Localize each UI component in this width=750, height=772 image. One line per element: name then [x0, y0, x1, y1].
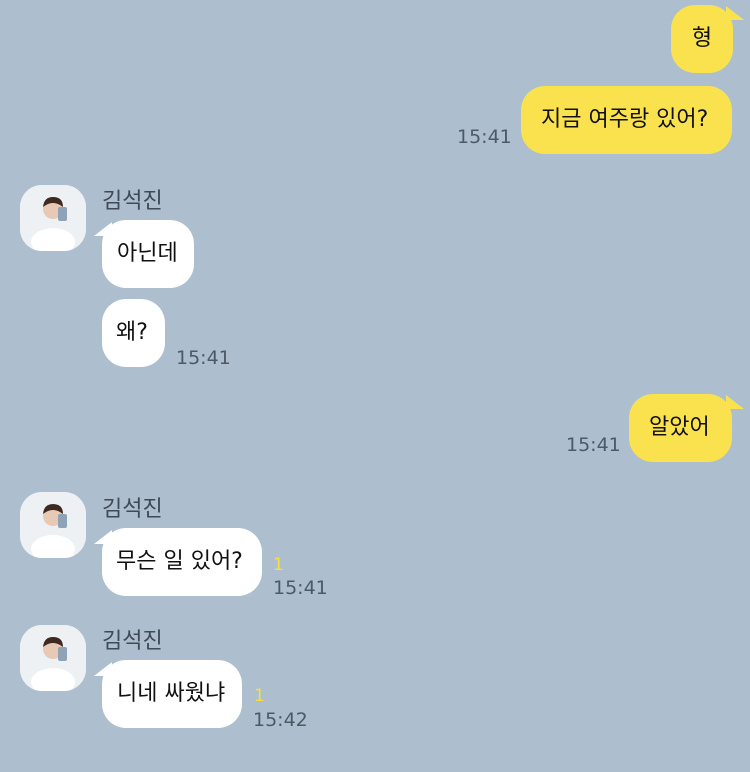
their-message-bubble[interactable]: 아닌데: [102, 220, 194, 288]
avatar[interactable]: [20, 625, 86, 691]
bubble-tail: [94, 530, 112, 544]
message-text: 알았어: [649, 415, 710, 440]
profile-photo-icon: [20, 185, 86, 251]
avatar[interactable]: [20, 492, 86, 558]
bubble-tail: [94, 662, 112, 676]
unread-count: 1: [254, 686, 265, 706]
their-message-bubble[interactable]: 니네 싸웠냐: [102, 660, 242, 728]
message-text: 형: [691, 26, 713, 51]
sender-name: 김석진: [102, 629, 163, 654]
my-message-bubble[interactable]: 알았어: [629, 394, 732, 462]
message-text: 니네 싸웠냐: [117, 681, 226, 706]
message-time: 15:41: [566, 434, 621, 456]
sender-name: 김석진: [102, 497, 163, 522]
message-text: 왜?: [116, 320, 148, 345]
message-time: 15:42: [253, 709, 308, 731]
message-time: 15:41: [273, 577, 328, 599]
message-time: 15:41: [457, 126, 512, 148]
bubble-tail: [726, 395, 744, 409]
my-message-bubble[interactable]: 지금 여주랑 있어?: [521, 86, 732, 154]
their-message-bubble[interactable]: 무슨 일 있어?: [102, 528, 262, 596]
message-text: 아닌데: [117, 241, 178, 266]
message-time: 15:41: [176, 347, 231, 369]
sender-name: 김석진: [102, 189, 163, 214]
bubble-tail: [94, 222, 112, 236]
my-message-bubble[interactable]: 형: [671, 5, 733, 73]
profile-photo-icon: [20, 625, 86, 691]
unread-count: 1: [273, 555, 284, 575]
message-text: 무슨 일 있어?: [116, 549, 243, 574]
bubble-tail: [726, 6, 744, 20]
message-text: 지금 여주랑 있어?: [541, 107, 709, 132]
their-message-bubble[interactable]: 왜?: [102, 299, 165, 367]
profile-photo-icon: [20, 492, 86, 558]
avatar[interactable]: [20, 185, 86, 251]
